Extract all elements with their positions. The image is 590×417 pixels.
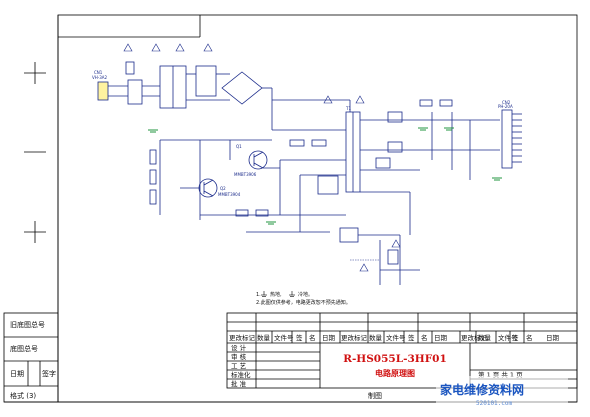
- transformer-ref-label: T1: [345, 106, 351, 111]
- hot-ground-icon: [261, 291, 267, 297]
- rev-header-mark-2: 更改标记: [341, 333, 368, 342]
- rev-header-name-2: 名: [421, 333, 428, 342]
- rev-header-date: 日期: [322, 334, 336, 342]
- rev-header-sign-2: 签: [408, 333, 415, 342]
- rev-header-name: 名: [309, 333, 316, 342]
- rev-header-qty-2: 数量: [369, 333, 383, 342]
- base-drawing-number-label: 底图总号: [10, 344, 38, 353]
- rev-header-date-3: 日期: [546, 334, 560, 342]
- footer-row: 格式 (3) 制图: [10, 391, 382, 400]
- rev-header-sign: 签: [296, 333, 303, 342]
- role-standardization: 标准化: [231, 370, 251, 379]
- q1-part-label: MMBT3906: [234, 172, 257, 177]
- schematic-sheet: 旧底图总号 底图总号 日期 签字 格式 (3) 制图 更改标记 数量 文件号 签…: [3, 14, 578, 410]
- site-watermark: 家电维修资料网 520101.com: [436, 376, 568, 410]
- model-title: R-HS055L-3HF01: [343, 353, 447, 365]
- schematic-wiring: [97, 43, 522, 285]
- role-design: 设 计: [231, 343, 247, 352]
- signature-label: 签字: [42, 369, 56, 378]
- cold-ground-icon: [289, 291, 295, 297]
- watermark-url: 520101.com: [476, 400, 513, 407]
- note-line-1-prefix: 1.: [256, 292, 261, 298]
- rev-header-date-2: 日期: [434, 334, 448, 342]
- approval-roles: 设 计 审 核 工 艺 标准化 批 准: [231, 343, 251, 388]
- revision-header: 更改标记 数量 文件号 签 名 日期 更改标记 数量 文件号 签 名 日期 更改…: [229, 333, 560, 342]
- note-line-2: 2.此图仅供参考，电路更改恕不预先通知。: [256, 299, 351, 306]
- old-drawing-number-label: 旧底图总号: [10, 320, 45, 329]
- q1-ref-label: Q1: [236, 144, 242, 149]
- left-title-column: 旧底图总号 底图总号 日期 签字: [3, 312, 59, 403]
- cn2-part-label: PH-20A: [498, 104, 513, 109]
- note-cold-ground: 冷地。: [298, 291, 313, 298]
- drawing-frame: [4, 14, 578, 403]
- rev-header-name-3: 名: [526, 333, 533, 342]
- diagram-subtitle: 电路原理图: [375, 368, 415, 378]
- drawn-by-label: 制图: [368, 391, 382, 400]
- rev-header-doc: 文件号: [274, 333, 294, 342]
- role-process: 工 艺: [231, 362, 247, 370]
- format-label: 格式 (3): [10, 391, 36, 400]
- cn1-part-label: VH-3A2: [92, 75, 107, 80]
- rev-header-sign-3: 签: [512, 333, 519, 342]
- role-approval: 批 准: [231, 379, 247, 388]
- role-review: 审 核: [231, 352, 247, 361]
- q2-part-label: MMBT3904: [218, 192, 241, 197]
- rev-header-qty-3: 数量: [478, 333, 492, 342]
- date-label: 日期: [10, 370, 24, 378]
- note-hot-ground: 热地,: [270, 291, 282, 298]
- q2-ref-label: Q2: [220, 186, 226, 191]
- schematic-notes: 1. 热地, 冷地。 2.此图仅供参考，电路更改恕不预先通知。: [256, 291, 351, 306]
- watermark-text: 家电维修资料网: [440, 382, 524, 397]
- registration-marks: [24, 62, 46, 243]
- rev-header-qty: 数量: [257, 333, 271, 342]
- rev-header-doc-2: 文件号: [386, 333, 406, 342]
- rev-header-mark: 更改标记: [229, 333, 256, 342]
